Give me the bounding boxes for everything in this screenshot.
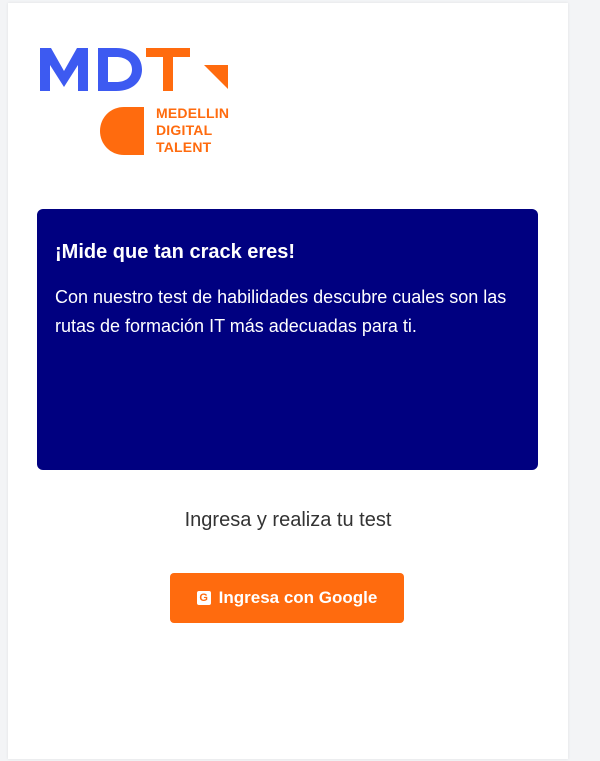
google-icon: G [196, 591, 211, 605]
logo-line-1: MEDELLIN [156, 105, 230, 121]
logo-line-2: DIGITAL [156, 122, 213, 138]
google-login-button[interactable]: G Ingresa con Google [170, 573, 404, 623]
hero-panel: ¡Mide que tan crack eres! Con nuestro te… [37, 209, 538, 470]
google-login-label: Ingresa con Google [218, 588, 378, 607]
cta-label: Ingresa y realiza tu test [184, 509, 392, 531]
login-card: MEDELLIN DIGITAL TALENT ¡Mide que tan cr… [8, 3, 568, 759]
hero-title: ¡Mide que tan crack eres! [55, 241, 296, 263]
mdt-logo: MEDELLIN DIGITAL TALENT [40, 43, 230, 155]
hero-description: Con nuestro test de habilidades descubre… [55, 287, 507, 336]
logo-line-3: TALENT [156, 139, 212, 155]
